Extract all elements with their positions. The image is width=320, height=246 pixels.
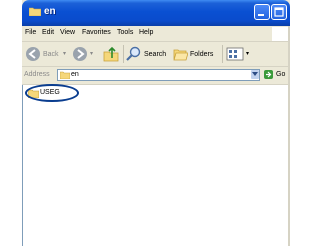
back-label: Back: [43, 51, 59, 58]
views-icon: [226, 47, 244, 61]
chevron-down-icon: [252, 72, 258, 76]
address-label: Address: [24, 71, 50, 78]
back-button[interactable]: Back ▾: [25, 45, 69, 63]
views-dropdown-icon[interactable]: ▾: [246, 50, 249, 57]
menu-bar: File Edit View Favorites Tools Help: [22, 26, 290, 42]
address-field[interactable]: en: [57, 69, 260, 81]
address-value: en: [71, 71, 79, 78]
menu-edit[interactable]: Edit: [42, 29, 54, 36]
toolbar-separator: [123, 45, 124, 63]
folders-label: Folders: [190, 51, 214, 58]
forward-arrow-icon: [73, 47, 87, 61]
folder-icon: [29, 7, 41, 16]
minimize-icon: [258, 14, 264, 16]
toolbar: Back ▾ ▾ Search Folders ▾: [22, 42, 290, 67]
go-arrow-icon: [266, 71, 272, 78]
menu-view[interactable]: View: [60, 29, 75, 36]
toolbar-separator: [222, 45, 223, 63]
up-folder-button[interactable]: [102, 45, 120, 63]
window-title: en: [44, 6, 56, 17]
address-bar: Address en Go: [22, 67, 290, 85]
go-button[interactable]: [264, 70, 273, 79]
go-label[interactable]: Go: [276, 71, 285, 78]
maximize-icon: [274, 7, 284, 17]
folders-icon: [173, 49, 188, 61]
folders-button[interactable]: Folders: [172, 45, 218, 63]
address-dropdown-button[interactable]: [251, 70, 259, 79]
folder-icon: [60, 71, 70, 79]
menu-help[interactable]: Help: [139, 29, 153, 36]
maximize-button[interactable]: [271, 4, 287, 20]
highlight-annotation: [25, 84, 79, 102]
search-label: Search: [144, 51, 167, 58]
back-arrow-icon: [26, 47, 40, 61]
menu-favorites[interactable]: Favorites: [82, 29, 111, 36]
search-icon: [126, 46, 141, 61]
window-right-edge: [288, 26, 290, 246]
search-button[interactable]: Search: [126, 45, 170, 63]
forward-button[interactable]: ▾: [72, 45, 98, 63]
menu-tools[interactable]: Tools: [117, 29, 133, 36]
menu-file[interactable]: File: [25, 29, 36, 36]
forward-dropdown-icon[interactable]: ▾: [90, 50, 93, 57]
back-dropdown-icon[interactable]: ▾: [63, 50, 66, 57]
views-button[interactable]: ▾: [226, 45, 252, 63]
title-bar[interactable]: en: [22, 0, 290, 26]
file-list-pane[interactable]: USEG: [22, 84, 290, 246]
up-folder-icon: [103, 46, 119, 62]
explorer-window: en File Edit View Favorites Tools Help B…: [22, 0, 290, 246]
minimize-button[interactable]: [254, 4, 270, 20]
